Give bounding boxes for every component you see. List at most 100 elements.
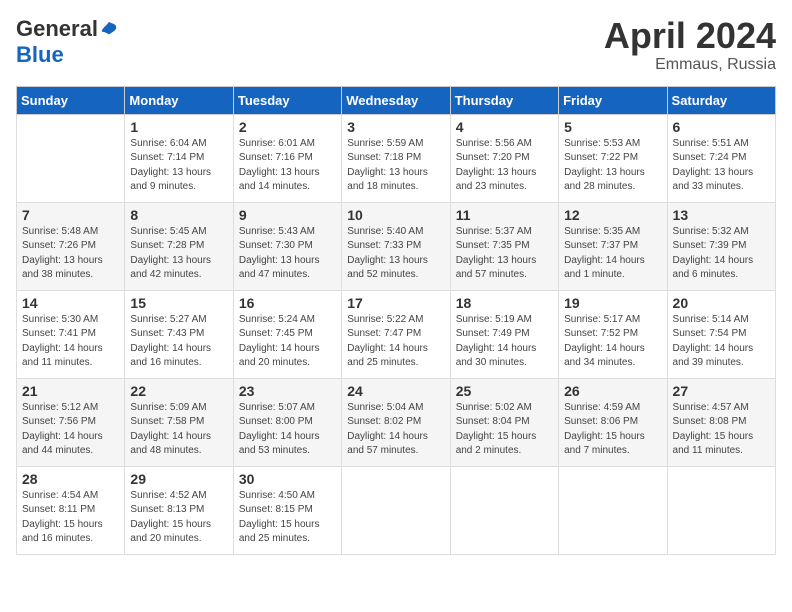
calendar-weekday-wednesday: Wednesday: [342, 86, 450, 114]
day-info: Sunrise: 5:09 AMSunset: 7:58 PMDaylight:…: [130, 401, 227, 459]
calendar-weekday-sunday: Sunday: [17, 86, 125, 114]
day-info: Sunrise: 4:54 AMSunset: 8:11 PMDaylight:…: [22, 489, 119, 547]
calendar-cell: 27 Sunrise: 4:57 AMSunset: 8:08 PMDayligh…: [667, 378, 775, 466]
month-title: April 2024: [604, 16, 776, 56]
calendar-cell: 28 Sunrise: 4:54 AMSunset: 8:11 PMDayligh…: [17, 466, 125, 554]
day-number: 9: [239, 207, 336, 223]
calendar-week-row: 7 Sunrise: 5:48 AMSunset: 7:26 PMDaylight…: [17, 202, 776, 290]
calendar-weekday-friday: Friday: [559, 86, 667, 114]
day-number: 1: [130, 119, 227, 135]
calendar-cell: 15 Sunrise: 5:27 AMSunset: 7:43 PMDayligh…: [125, 290, 233, 378]
day-info: Sunrise: 4:57 AMSunset: 8:08 PMDaylight:…: [673, 401, 770, 459]
calendar-cell: 25 Sunrise: 5:02 AMSunset: 8:04 PMDayligh…: [450, 378, 558, 466]
calendar-cell: [450, 466, 558, 554]
calendar-cell: 4 Sunrise: 5:56 AMSunset: 7:20 PMDaylight…: [450, 114, 558, 202]
day-info: Sunrise: 5:04 AMSunset: 8:02 PMDaylight:…: [347, 401, 444, 459]
calendar-weekday-saturday: Saturday: [667, 86, 775, 114]
calendar-cell: 1 Sunrise: 6:04 AMSunset: 7:14 PMDaylight…: [125, 114, 233, 202]
calendar-cell: 21 Sunrise: 5:12 AMSunset: 7:56 PMDayligh…: [17, 378, 125, 466]
calendar-week-row: 1 Sunrise: 6:04 AMSunset: 7:14 PMDaylight…: [17, 114, 776, 202]
day-number: 2: [239, 119, 336, 135]
calendar-weekday-monday: Monday: [125, 86, 233, 114]
location-subtitle: Emmaus, Russia: [604, 56, 776, 74]
day-info: Sunrise: 6:01 AMSunset: 7:16 PMDaylight:…: [239, 137, 336, 195]
calendar-cell: 16 Sunrise: 5:24 AMSunset: 7:45 PMDayligh…: [233, 290, 341, 378]
title-block: April 2024 Emmaus, Russia: [604, 16, 776, 74]
calendar-weekday-thursday: Thursday: [450, 86, 558, 114]
day-number: 27: [673, 383, 770, 399]
day-number: 20: [673, 295, 770, 311]
calendar-week-row: 28 Sunrise: 4:54 AMSunset: 8:11 PMDayligh…: [17, 466, 776, 554]
day-info: Sunrise: 5:56 AMSunset: 7:20 PMDaylight:…: [456, 137, 553, 195]
day-info: Sunrise: 5:27 AMSunset: 7:43 PMDaylight:…: [130, 313, 227, 371]
day-info: Sunrise: 5:48 AMSunset: 7:26 PMDaylight:…: [22, 225, 119, 283]
calendar-weekday-tuesday: Tuesday: [233, 86, 341, 114]
day-info: Sunrise: 5:37 AMSunset: 7:35 PMDaylight:…: [456, 225, 553, 283]
day-number: 23: [239, 383, 336, 399]
day-number: 26: [564, 383, 661, 399]
calendar-cell: 13 Sunrise: 5:32 AMSunset: 7:39 PMDayligh…: [667, 202, 775, 290]
calendar-table: SundayMondayTuesdayWednesdayThursdayFrid…: [16, 86, 776, 555]
calendar-cell: 10Sunrise: 5:40 AMSunset: 7:33 PMDayligh…: [342, 202, 450, 290]
calendar-cell: 14 Sunrise: 5:30 AMSunset: 7:41 PMDayligh…: [17, 290, 125, 378]
calendar-cell: [17, 114, 125, 202]
day-info: Sunrise: 5:43 AMSunset: 7:30 PMDaylight:…: [239, 225, 336, 283]
day-number: 8: [130, 207, 227, 223]
calendar-cell: 8Sunrise: 5:45 AMSunset: 7:28 PMDaylight…: [125, 202, 233, 290]
day-number: 30: [239, 471, 336, 487]
day-number: 28: [22, 471, 119, 487]
calendar-cell: 18Sunrise: 5:19 AMSunset: 7:49 PMDayligh…: [450, 290, 558, 378]
day-info: Sunrise: 5:53 AMSunset: 7:22 PMDaylight:…: [564, 137, 661, 195]
calendar-cell: 20 Sunrise: 5:14 AMSunset: 7:54 PMDayligh…: [667, 290, 775, 378]
calendar-cell: [342, 466, 450, 554]
day-info: Sunrise: 5:17 AMSunset: 7:52 PMDaylight:…: [564, 313, 661, 371]
logo-general-text: General: [16, 16, 98, 42]
day-number: 6: [673, 119, 770, 135]
day-info: Sunrise: 5:30 AMSunset: 7:41 PMDaylight:…: [22, 313, 119, 371]
calendar-cell: 22 Sunrise: 5:09 AMSunset: 7:58 PMDayligh…: [125, 378, 233, 466]
calendar-cell: 29Sunrise: 4:52 AMSunset: 8:13 PMDayligh…: [125, 466, 233, 554]
day-number: 4: [456, 119, 553, 135]
day-number: 13: [673, 207, 770, 223]
calendar-cell: [559, 466, 667, 554]
day-number: 29: [130, 471, 227, 487]
calendar-cell: 24 Sunrise: 5:04 AMSunset: 8:02 PMDayligh…: [342, 378, 450, 466]
day-info: Sunrise: 4:59 AMSunset: 8:06 PMDaylight:…: [564, 401, 661, 459]
calendar-header: SundayMondayTuesdayWednesdayThursdayFrid…: [17, 86, 776, 114]
day-info: Sunrise: 6:04 AMSunset: 7:14 PMDaylight:…: [130, 137, 227, 195]
calendar-cell: 5Sunrise: 5:53 AMSunset: 7:22 PMDaylight…: [559, 114, 667, 202]
calendar-cell: 17 Sunrise: 5:22 AMSunset: 7:47 PMDayligh…: [342, 290, 450, 378]
day-info: Sunrise: 5:12 AMSunset: 7:56 PMDaylight:…: [22, 401, 119, 459]
calendar-cell: 19Sunrise: 5:17 AMSunset: 7:52 PMDayligh…: [559, 290, 667, 378]
day-info: Sunrise: 5:24 AMSunset: 7:45 PMDaylight:…: [239, 313, 336, 371]
day-number: 21: [22, 383, 119, 399]
calendar-cell: 3 Sunrise: 5:59 AMSunset: 7:18 PMDaylight…: [342, 114, 450, 202]
day-info: Sunrise: 5:32 AMSunset: 7:39 PMDaylight:…: [673, 225, 770, 283]
day-number: 24: [347, 383, 444, 399]
day-number: 25: [456, 383, 553, 399]
calendar-cell: 11 Sunrise: 5:37 AMSunset: 7:35 PMDayligh…: [450, 202, 558, 290]
day-number: 16: [239, 295, 336, 311]
day-number: 10: [347, 207, 444, 223]
calendar-cell: [667, 466, 775, 554]
day-number: 14: [22, 295, 119, 311]
calendar-cell: 7 Sunrise: 5:48 AMSunset: 7:26 PMDaylight…: [17, 202, 125, 290]
calendar-cell: 30Sunrise: 4:50 AMSunset: 8:15 PMDayligh…: [233, 466, 341, 554]
day-info: Sunrise: 5:02 AMSunset: 8:04 PMDaylight:…: [456, 401, 553, 459]
day-number: 7: [22, 207, 119, 223]
day-number: 17: [347, 295, 444, 311]
day-number: 15: [130, 295, 227, 311]
day-info: Sunrise: 5:22 AMSunset: 7:47 PMDaylight:…: [347, 313, 444, 371]
day-info: Sunrise: 5:59 AMSunset: 7:18 PMDaylight:…: [347, 137, 444, 195]
day-number: 3: [347, 119, 444, 135]
calendar-cell: 26 Sunrise: 4:59 AMSunset: 8:06 PMDayligh…: [559, 378, 667, 466]
page-header: General Blue April 2024 Emmaus, Russia: [16, 16, 776, 74]
day-info: Sunrise: 5:35 AMSunset: 7:37 PMDaylight:…: [564, 225, 661, 283]
calendar-cell: 9 Sunrise: 5:43 AMSunset: 7:30 PMDaylight…: [233, 202, 341, 290]
day-info: Sunrise: 5:51 AMSunset: 7:24 PMDaylight:…: [673, 137, 770, 195]
calendar-cell: 23Sunrise: 5:07 AMSunset: 8:00 PMDayligh…: [233, 378, 341, 466]
day-number: 11: [456, 207, 553, 223]
logo-bird-icon: [100, 20, 118, 38]
day-number: 22: [130, 383, 227, 399]
day-info: Sunrise: 5:14 AMSunset: 7:54 PMDaylight:…: [673, 313, 770, 371]
